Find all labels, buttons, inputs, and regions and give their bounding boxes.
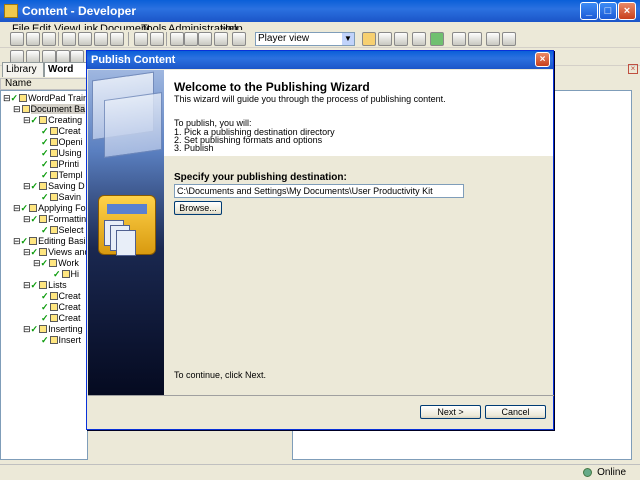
next-button[interactable]: Next > xyxy=(420,405,481,419)
tree-item[interactable]: ✓ Printi xyxy=(41,159,79,170)
outline-icon[interactable] xyxy=(468,32,482,46)
copy-icon[interactable] xyxy=(78,32,92,46)
tree-item[interactable]: ⊟ Document Ba xyxy=(13,104,86,115)
tree-item[interactable]: ✓ Creat xyxy=(41,302,81,313)
publish-icon[interactable] xyxy=(452,32,466,46)
chevron-down-icon[interactable]: ▼ xyxy=(342,33,354,45)
layout-1-icon[interactable] xyxy=(362,32,376,46)
destination-label: Specify your publishing destination: xyxy=(174,172,347,183)
tree-item[interactable]: ⊟✓ Lists xyxy=(23,280,67,291)
toolbar-main: Player view ▼ xyxy=(0,30,640,48)
tree-item[interactable]: ⊟✓Editing Basics xyxy=(13,236,87,247)
destination-input[interactable]: C:\Documents and Settings\My Documents\U… xyxy=(174,184,464,198)
layout-3-icon[interactable] xyxy=(394,32,408,46)
tree-item[interactable]: ✓ Openi xyxy=(41,137,83,148)
continue-hint: To continue, click Next. xyxy=(174,370,267,380)
close-button[interactable]: × xyxy=(618,2,636,20)
footer-divider xyxy=(88,395,554,396)
dialog-title: Publish Content xyxy=(91,54,176,66)
refresh-icon[interactable] xyxy=(430,32,444,46)
browse-button[interactable]: Browse... xyxy=(174,201,222,215)
checkout-icon[interactable] xyxy=(502,32,516,46)
tree-item[interactable]: ✓ Using xyxy=(41,148,82,159)
tab-word[interactable]: Word xyxy=(44,62,88,77)
dialog-title-bar: Publish Content × xyxy=(87,51,553,69)
expand-icon[interactable] xyxy=(170,32,184,46)
tree-item[interactable]: ⊟✓ Formattin xyxy=(23,214,86,225)
tree-item[interactable]: ⊟✓ Creating xyxy=(23,115,82,126)
app-icon xyxy=(4,4,18,18)
wizard-step: 3. Publish xyxy=(174,143,214,153)
online-icon xyxy=(583,468,592,477)
layout-2-icon[interactable] xyxy=(378,32,392,46)
tree-item[interactable]: ✓ Savin xyxy=(41,192,81,203)
tree-item[interactable]: ⊟✓Applying Form xyxy=(13,203,87,214)
pane-close-icon[interactable]: × xyxy=(628,64,638,74)
library-tabs: Library Word xyxy=(0,62,88,78)
spellcheck-icon[interactable] xyxy=(214,32,228,46)
title-bar: Content - Developer _ □ × xyxy=(0,0,640,22)
view-select[interactable]: Player view ▼ xyxy=(255,32,355,46)
tree-item[interactable]: ⊟✓ Saving D xyxy=(23,181,85,192)
new-icon[interactable] xyxy=(10,32,24,46)
tree-item[interactable]: ✓ Creat xyxy=(41,313,81,324)
tree-item[interactable]: ⊟✓ Work xyxy=(33,258,79,269)
wizard-heading: Welcome to the Publishing Wizard xyxy=(174,80,370,94)
wizard-subheading: This wizard will guide you through the p… xyxy=(174,94,446,104)
undo-icon[interactable] xyxy=(134,32,148,46)
tree-item[interactable]: ✓ Hi xyxy=(53,269,79,280)
status-bar: Online xyxy=(0,464,640,480)
tree-item[interactable]: ✓ Creat xyxy=(41,291,81,302)
collapse-icon[interactable] xyxy=(184,32,198,46)
delete-icon[interactable] xyxy=(110,32,124,46)
wizard-header: Welcome to the Publishing Wizard This wi… xyxy=(164,70,553,156)
checkin-icon[interactable] xyxy=(486,32,500,46)
minimize-button[interactable]: _ xyxy=(580,2,598,20)
dialog-close-button[interactable]: × xyxy=(535,52,550,67)
redo-icon[interactable] xyxy=(150,32,164,46)
tree-item[interactable]: ✓ Select xyxy=(41,225,84,236)
help-icon[interactable] xyxy=(232,32,246,46)
maximize-button[interactable]: □ xyxy=(599,2,617,20)
window-title: Content - Developer xyxy=(22,4,137,18)
tree-item[interactable]: ✓ Templ xyxy=(41,170,83,181)
status-online: Online xyxy=(597,467,626,478)
save-icon[interactable] xyxy=(26,32,40,46)
paste-icon[interactable] xyxy=(94,32,108,46)
outline-tree: ⊟✓WordPad Training ⊟Document Ba ⊟✓Creati… xyxy=(0,90,88,460)
tree-item[interactable]: ✓ Creat xyxy=(41,126,81,137)
cancel-button[interactable]: Cancel xyxy=(485,405,546,419)
preview-icon[interactable] xyxy=(412,32,426,46)
tree-item[interactable]: ⊟✓WordPad Training xyxy=(3,93,87,104)
tree-item[interactable]: ✓ Insert xyxy=(41,335,81,346)
tree-item[interactable]: ⊟✓ Inserting xyxy=(23,324,83,335)
wizard-graphic xyxy=(88,70,164,395)
tab-library[interactable]: Library xyxy=(2,62,44,77)
publish-dialog: Publish Content × Welcome to the Publish… xyxy=(86,50,554,430)
save-all-icon[interactable] xyxy=(42,32,56,46)
view-select-value: Player view xyxy=(258,33,310,44)
wizard-content: Specify your publishing destination: C:\… xyxy=(164,156,553,395)
column-header-name[interactable]: Name xyxy=(0,78,88,90)
cut-icon[interactable] xyxy=(62,32,76,46)
tree-item[interactable]: ⊟✓ Views and xyxy=(23,247,87,258)
find-icon[interactable] xyxy=(198,32,212,46)
